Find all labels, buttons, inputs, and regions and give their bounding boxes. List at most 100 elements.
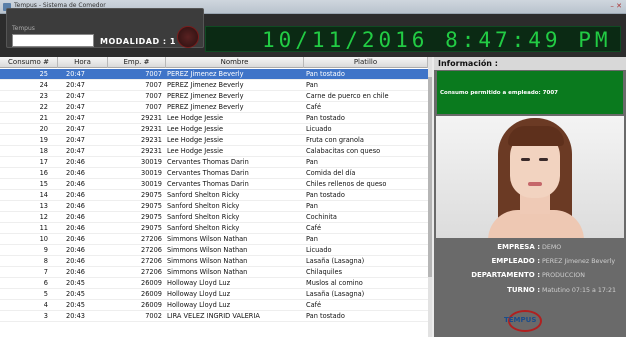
platillo-cell: Licuado bbox=[306, 125, 332, 133]
table-header: Consumo # Hora Emp. # Nombre Platillo bbox=[0, 57, 428, 68]
table-row[interactable]: 8 20:46 27206 Simmons Wilson Nathan Lasaña (… bbox=[0, 256, 428, 267]
consumo-cell: 6 bbox=[43, 279, 48, 287]
app-window: Tempus - Sistema de Comedor – ✕ Tempus M… bbox=[0, 0, 626, 337]
platillo-cell: Pan bbox=[306, 202, 318, 210]
table-row[interactable]: 7 20:46 27206 Simmons Wilson Nathan Chilaqui… bbox=[0, 267, 428, 278]
emblem-icon bbox=[177, 26, 199, 48]
table-row[interactable]: 12 20:46 29075 Sanford Shelton Ricky Cochini… bbox=[0, 212, 428, 223]
emp-cell: 27206 bbox=[141, 257, 162, 265]
hora-cell: 20:46 bbox=[66, 202, 86, 210]
table-row[interactable]: 3 20:43 7002 LIRA VELEZ INGRID VALERIA Pan t… bbox=[0, 311, 428, 322]
col-emp[interactable]: Emp. # bbox=[108, 57, 166, 68]
hora-cell: 20:47 bbox=[66, 136, 86, 144]
emp-cell: 7007 bbox=[145, 81, 162, 89]
platillo-cell: Café bbox=[306, 103, 322, 111]
hora-cell: 20:43 bbox=[66, 312, 86, 320]
col-platillo[interactable]: Platillo bbox=[304, 57, 428, 68]
nombre-cell: Lee Hodge Jessie bbox=[167, 125, 224, 133]
nombre-cell: Holloway Lloyd Luz bbox=[167, 279, 231, 287]
modalidad-display: MODALIDAD : 1 bbox=[100, 37, 176, 46]
hora-cell: 20:47 bbox=[66, 103, 86, 111]
platillo-cell: Lasaña (Lasagna) bbox=[306, 257, 365, 265]
table-row[interactable]: 5 20:45 26009 Holloway Lloyd Luz Lasaña (Las… bbox=[0, 289, 428, 300]
platillo-cell: Pan tostado bbox=[306, 191, 345, 199]
scroll-thumb[interactable] bbox=[428, 77, 432, 277]
table-row[interactable]: 17 20:46 30019 Cervantes Thomas Darin Pan bbox=[0, 157, 428, 168]
emp-cell: 27206 bbox=[141, 246, 162, 254]
table-row[interactable]: 4 20:45 26009 Holloway Lloyd Luz Café bbox=[0, 300, 428, 311]
modalidad-value: 1 bbox=[169, 37, 176, 46]
empresa-value: DEMO bbox=[542, 244, 562, 251]
table-row[interactable]: 23 20:47 7007 PEREZ Jimenez Beverly Carne de… bbox=[0, 91, 428, 102]
table-scrollbar[interactable] bbox=[428, 57, 432, 337]
tempus-logo: TEMPUS bbox=[494, 310, 556, 332]
consumo-cell: 20 bbox=[39, 125, 48, 133]
table-row[interactable]: 6 20:45 26009 Holloway Lloyd Luz Muslos al c… bbox=[0, 278, 428, 289]
empleado-value: PEREZ Jimenez Beverly bbox=[542, 258, 616, 265]
hora-cell: 20:47 bbox=[66, 114, 86, 122]
col-nombre[interactable]: Nombre bbox=[166, 57, 304, 68]
consumo-cell: 16 bbox=[39, 169, 48, 177]
table-row[interactable]: 16 20:46 30019 Cervantes Thomas Darin Comida… bbox=[0, 168, 428, 179]
platillo-cell: Carne de puerco en chile bbox=[306, 92, 389, 100]
emp-cell: 30019 bbox=[141, 180, 162, 188]
nombre-cell: Sanford Shelton Ricky bbox=[167, 191, 240, 199]
empresa-label: EMPRESA : bbox=[497, 243, 540, 251]
table-row[interactable]: 25 20:47 7007 PEREZ Jimenez Beverly Pan tost… bbox=[0, 69, 428, 80]
platillo-cell: Café bbox=[306, 224, 322, 232]
table-row[interactable]: 22 20:47 7007 PEREZ Jimenez Beverly Café bbox=[0, 102, 428, 113]
col-consumo[interactable]: Consumo # bbox=[0, 57, 58, 68]
hora-cell: 20:46 bbox=[66, 180, 86, 188]
nombre-cell: Simmons Wilson Nathan bbox=[167, 257, 248, 265]
consumo-cell: 24 bbox=[39, 81, 48, 89]
table-row[interactable]: 11 20:46 29075 Sanford Shelton Ricky Café bbox=[0, 223, 428, 234]
consumo-cell: 19 bbox=[39, 136, 48, 144]
platillo-cell: Pan tostado bbox=[306, 312, 345, 320]
platillo-cell: Chilaquiles bbox=[306, 268, 343, 276]
table-row[interactable]: 20 20:47 29231 Lee Hodge Jessie Licuado bbox=[0, 124, 428, 135]
consumo-cell: 21 bbox=[39, 114, 48, 122]
platillo-cell: Chiles rellenos de queso bbox=[306, 180, 387, 188]
table-row[interactable]: 15 20:46 30019 Cervantes Thomas Darin Chiles… bbox=[0, 179, 428, 190]
nombre-cell: PEREZ Jimenez Beverly bbox=[167, 70, 244, 78]
consumo-cell: 12 bbox=[39, 213, 48, 221]
consumo-cell: 10 bbox=[39, 235, 48, 243]
platillo-cell: Pan tostado bbox=[306, 70, 345, 78]
table-row[interactable]: 14 20:46 29075 Sanford Shelton Ricky Pan tos… bbox=[0, 190, 428, 201]
nombre-cell: PEREZ Jimenez Beverly bbox=[167, 103, 244, 111]
platillo-cell: Pan tostado bbox=[306, 114, 345, 122]
emp-cell: 7007 bbox=[145, 103, 162, 111]
hora-cell: 20:46 bbox=[66, 246, 86, 254]
nombre-cell: Simmons Wilson Nathan bbox=[167, 268, 248, 276]
platillo-cell: Muslos al comino bbox=[306, 279, 363, 287]
emp-cell: 7007 bbox=[145, 92, 162, 100]
hora-cell: 20:45 bbox=[66, 290, 86, 298]
table-row[interactable]: 21 20:47 29231 Lee Hodge Jessie Pan tostado bbox=[0, 113, 428, 124]
table-row[interactable]: 13 20:46 29075 Sanford Shelton Ricky Pan bbox=[0, 201, 428, 212]
nombre-cell: Sanford Shelton Ricky bbox=[167, 213, 240, 221]
consumo-cell: 17 bbox=[39, 158, 48, 166]
nombre-cell: PEREZ Jimenez Beverly bbox=[167, 92, 244, 100]
emp-cell: 29075 bbox=[141, 191, 162, 199]
consumo-cell: 11 bbox=[39, 224, 48, 232]
platillo-cell: Licuado bbox=[306, 246, 332, 254]
empleado-label: EMPLEADO : bbox=[491, 257, 540, 265]
hora-cell: 20:46 bbox=[66, 224, 86, 232]
table-row[interactable]: 18 20:47 29231 Lee Hodge Jessie Calabacitas … bbox=[0, 146, 428, 157]
nombre-cell: Simmons Wilson Nathan bbox=[167, 235, 248, 243]
consumo-cell: 25 bbox=[39, 70, 48, 78]
col-hora[interactable]: Hora bbox=[58, 57, 108, 68]
consumo-cell: 22 bbox=[39, 103, 48, 111]
hora-cell: 20:46 bbox=[66, 213, 86, 221]
employee-input[interactable] bbox=[12, 34, 94, 47]
emp-cell: 29075 bbox=[141, 202, 162, 210]
table-row[interactable]: 10 20:46 27206 Simmons Wilson Nathan Pan bbox=[0, 234, 428, 245]
table-row[interactable]: 19 20:47 29231 Lee Hodge Jessie Fruta con gr… bbox=[0, 135, 428, 146]
platillo-cell: Café bbox=[306, 301, 322, 309]
window-controls[interactable]: – ✕ bbox=[610, 2, 622, 10]
digital-clock: 10/11/2016 8:47:49 PM bbox=[205, 26, 621, 52]
emp-cell: 30019 bbox=[141, 158, 162, 166]
table-row[interactable]: 9 20:46 27206 Simmons Wilson Nathan Licuado bbox=[0, 245, 428, 256]
emp-cell: 30019 bbox=[141, 169, 162, 177]
table-row[interactable]: 24 20:47 7007 PEREZ Jimenez Beverly Pan bbox=[0, 80, 428, 91]
